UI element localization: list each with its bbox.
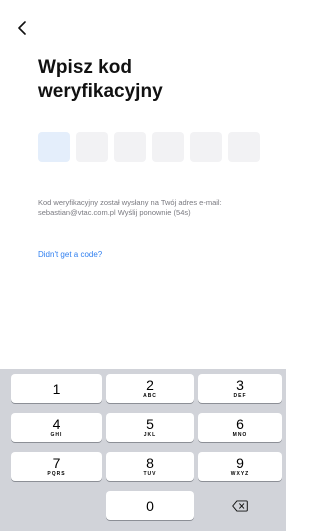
key-letters: WXYZ xyxy=(230,471,250,477)
code-digit-box-2[interactable] xyxy=(76,132,108,162)
key-digit: 6 xyxy=(236,416,244,432)
key-letters: PQRS xyxy=(47,471,66,477)
verification-screen: Wpisz kod weryfikacyjny Kod weryfikacyjn… xyxy=(0,0,286,531)
key-digit: 8 xyxy=(146,455,154,471)
code-digit-box-5[interactable] xyxy=(190,132,222,162)
backspace-icon xyxy=(232,499,248,512)
code-input-row[interactable] xyxy=(38,132,260,162)
key-3[interactable]: 3 DEF xyxy=(198,374,282,403)
code-digit-box-6[interactable] xyxy=(228,132,260,162)
chevron-left-icon xyxy=(18,21,26,35)
key-letters: ABC xyxy=(143,393,157,399)
key-digit: 2 xyxy=(146,377,154,393)
code-digit-box-1[interactable] xyxy=(38,132,70,162)
key-letters: DEF xyxy=(233,393,247,399)
didnt-get-code-link[interactable]: Didn't get a code? xyxy=(38,250,102,259)
numeric-keyboard: 1 2 ABC 3 DEF 4 GHI 5 JKL 6 MNO 7 PQRS 8 xyxy=(0,369,286,531)
key-digit: 0 xyxy=(146,497,154,514)
key-letters: MNO xyxy=(232,432,248,438)
key-digit: 4 xyxy=(52,416,61,432)
key-9[interactable]: 9 WXYZ xyxy=(198,452,282,481)
key-2[interactable]: 2 ABC xyxy=(106,374,194,403)
key-digit: 1 xyxy=(52,380,61,397)
key-8[interactable]: 8 TUV xyxy=(106,452,194,481)
code-digit-box-3[interactable] xyxy=(114,132,146,162)
code-digit-box-4[interactable] xyxy=(152,132,184,162)
key-empty xyxy=(11,491,102,520)
key-letters: JKL xyxy=(143,432,157,438)
key-4[interactable]: 4 GHI xyxy=(11,413,102,442)
key-digit: 3 xyxy=(236,377,244,393)
key-digit: 9 xyxy=(236,455,244,471)
key-0[interactable]: 0 xyxy=(106,491,194,520)
back-button[interactable] xyxy=(12,18,32,38)
delete-key[interactable] xyxy=(198,491,282,520)
key-6[interactable]: 6 MNO xyxy=(198,413,282,442)
key-letters: GHI xyxy=(50,432,63,438)
info-text: Kod weryfikacyjny został wysłany na Twój… xyxy=(38,198,222,217)
page-title-line-1: Wpisz kod xyxy=(38,57,132,78)
key-1[interactable]: 1 xyxy=(11,374,102,403)
page-title-line-2: weryfikacyjny xyxy=(38,81,163,102)
key-digit: 7 xyxy=(52,455,61,471)
key-7[interactable]: 7 PQRS xyxy=(11,452,102,481)
key-5[interactable]: 5 JKL xyxy=(106,413,194,442)
key-letters: TUV xyxy=(143,471,157,477)
key-digit: 5 xyxy=(146,416,154,432)
page-title: Wpisz kod weryfikacyjny xyxy=(38,56,258,104)
